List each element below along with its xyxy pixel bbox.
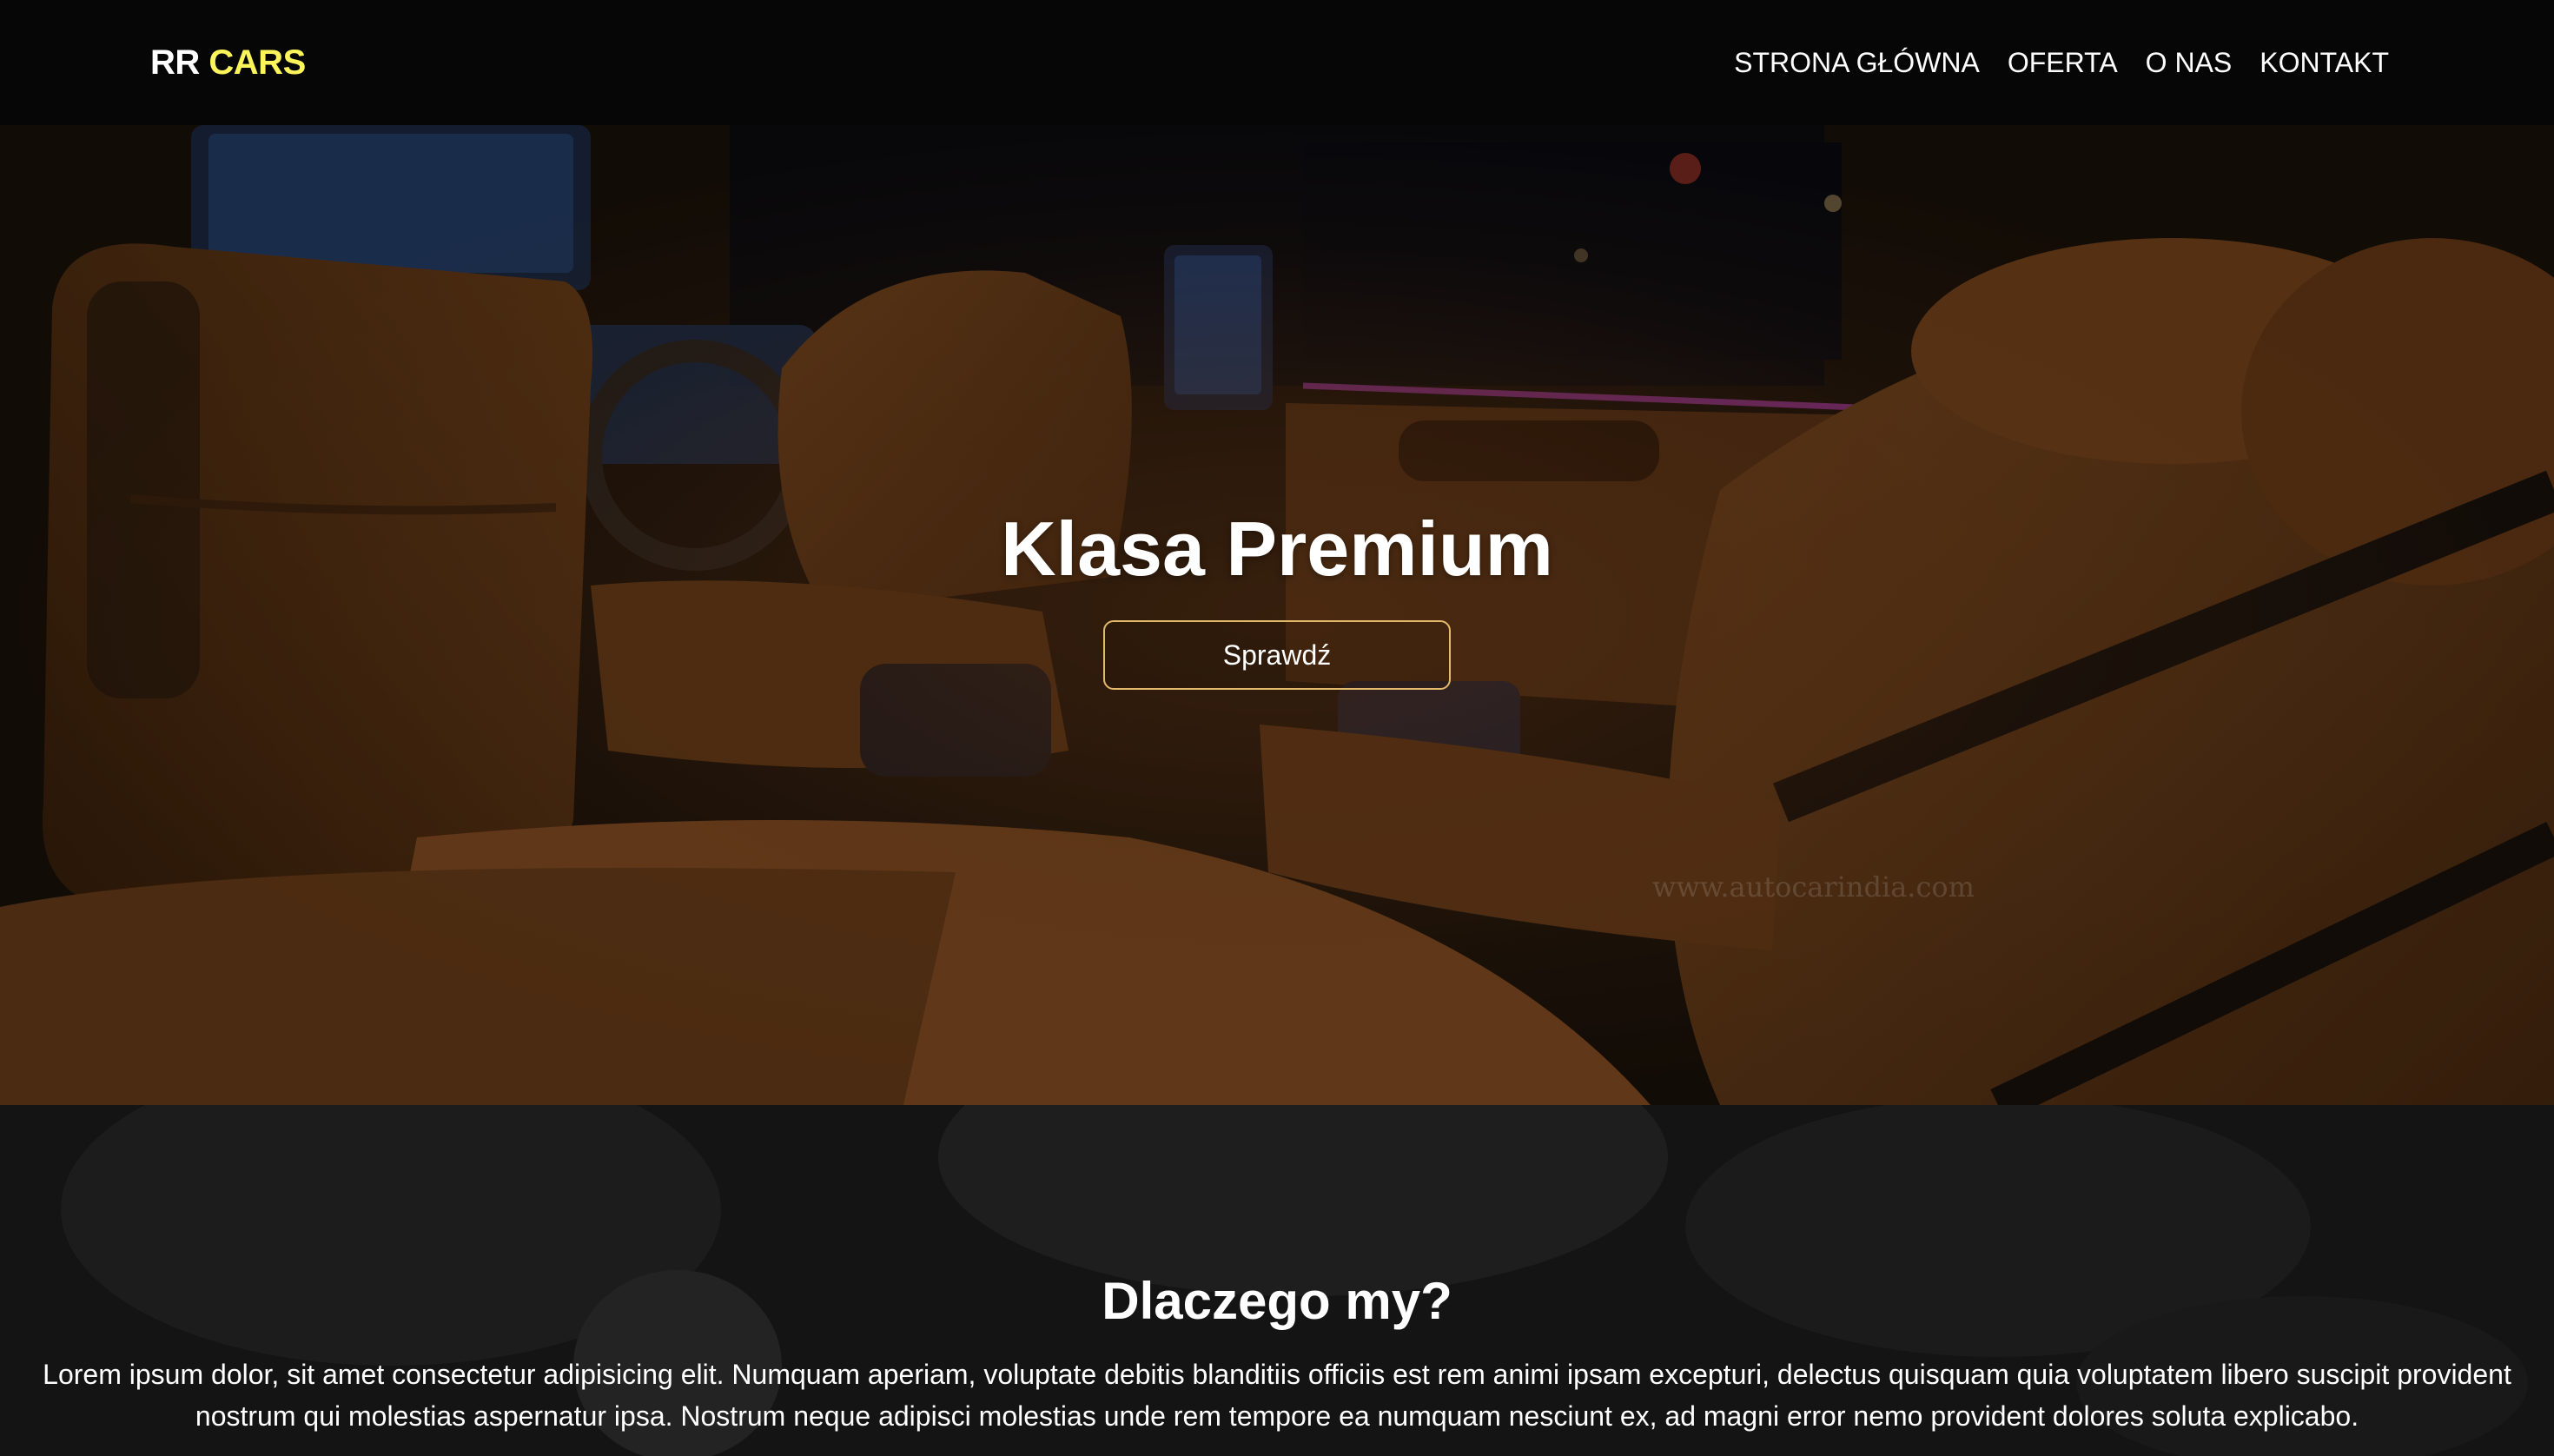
check-button[interactable]: Sprawdź [1103, 620, 1451, 690]
logo[interactable]: RR CARS [150, 42, 306, 83]
logo-primary-text: RR [150, 43, 200, 82]
nav-link-about[interactable]: O NAS [2146, 43, 2233, 82]
nav-link-contact[interactable]: KONTAKT [2260, 43, 2389, 82]
hero-section: www.autocarindia.com Klasa Premium Spraw… [0, 125, 2554, 1105]
hero-title: Klasa Premium [1001, 506, 1553, 592]
logo-accent-text: CARS [208, 43, 306, 82]
why-us-description: Lorem ipsum dolor, sit amet consectetur … [43, 1359, 2511, 1432]
nav-menu: STRONA GŁÓWNA OFERTA O NAS KONTAKT [1734, 43, 2389, 82]
why-us-title: Dlaczego my? [1102, 1272, 1452, 1330]
navbar: RR CARS STRONA GŁÓWNA OFERTA O NAS KONTA… [0, 0, 2554, 125]
hero-content: Klasa Premium Sprawdź [0, 125, 2554, 1105]
nav-link-home[interactable]: STRONA GŁÓWNA [1734, 43, 1980, 82]
why-us-section: Dlaczego my? Lorem ipsum dolor, sit amet… [0, 1105, 2554, 1456]
nav-link-offer[interactable]: OFERTA [2008, 43, 2118, 82]
